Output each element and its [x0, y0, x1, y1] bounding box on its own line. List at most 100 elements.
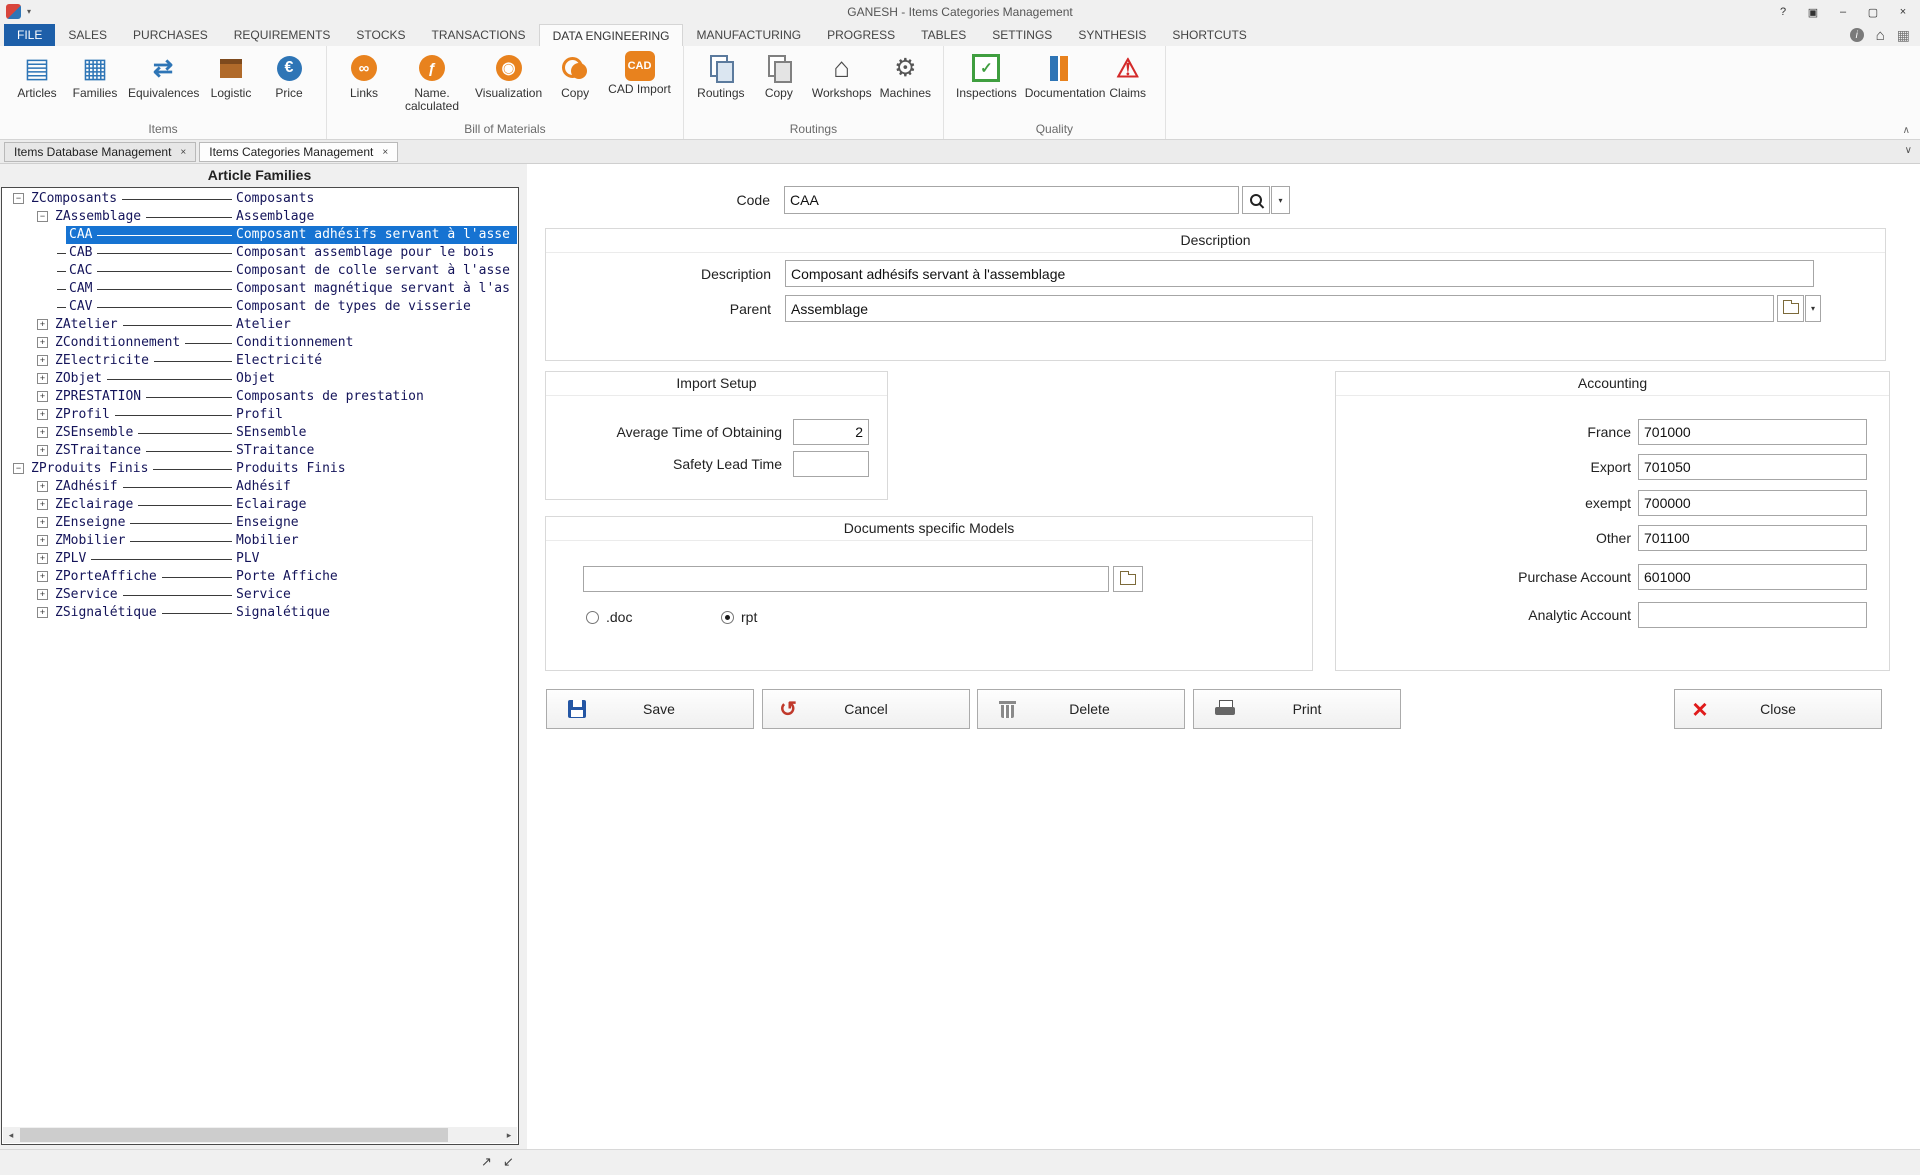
menu-tab-tables[interactable]: TABLES — [908, 24, 979, 46]
window-close-button[interactable]: × — [1888, 0, 1918, 24]
ribbon-button-articles[interactable]: Articles — [8, 50, 66, 101]
ribbon-button-documentation[interactable]: Documentation — [1021, 50, 1099, 101]
accounting-input-other[interactable] — [1638, 525, 1867, 551]
expand-panel-icon[interactable]: ↗ — [481, 1154, 492, 1170]
scroll-right-icon[interactable]: ▸ — [501, 1127, 517, 1143]
tree-item-zcomposants[interactable]: −ZComposantsComposants — [3, 190, 517, 208]
doc-tab-items-database-management[interactable]: Items Database Management× — [4, 142, 196, 162]
tree-item-zprestation[interactable]: +ZPRESTATIONComposants de prestation — [3, 388, 517, 406]
expand-node-icon[interactable]: + — [37, 589, 48, 600]
menu-tab-shortcuts[interactable]: SHORTCUTS — [1159, 24, 1259, 46]
parent-input[interactable] — [785, 295, 1774, 322]
ribbon-button-visualization[interactable]: Visualization — [471, 50, 546, 101]
expand-node-icon[interactable]: + — [37, 499, 48, 510]
expand-node-icon[interactable]: + — [37, 319, 48, 330]
menu-tab-data-engineering[interactable]: DATA ENGINEERING — [539, 24, 684, 46]
grid-icon[interactable]: ▦ — [1897, 28, 1910, 42]
tree-item-zporteaffiche[interactable]: +ZPorteAffichePorte Affiche — [3, 568, 517, 586]
tree-item-cav[interactable]: CAVComposant de types de visserie — [3, 298, 517, 316]
ribbon-button-copy[interactable]: Copy — [750, 50, 808, 101]
ribbon-button-machines[interactable]: Machines — [876, 50, 935, 101]
expand-node-icon[interactable]: + — [37, 355, 48, 366]
expand-node-icon[interactable]: + — [37, 337, 48, 348]
ribbon-button-name-calculated[interactable]: Name. calculated — [393, 50, 471, 114]
tree-item-cam[interactable]: CAMComposant magnétique servant à l'as — [3, 280, 517, 298]
parent-browse-button[interactable] — [1777, 295, 1804, 322]
tree-item-zconditionnement[interactable]: +ZConditionnementConditionnement — [3, 334, 517, 352]
tree-item-caa[interactable]: CAAComposant adhésifs servant à l'asse — [3, 226, 517, 244]
tree-item-zeclairage[interactable]: +ZEclairageEclairage — [3, 496, 517, 514]
tree-item-zservice[interactable]: +ZServiceService — [3, 586, 517, 604]
search-button[interactable] — [1242, 186, 1270, 214]
window-help-button[interactable]: ? — [1768, 0, 1798, 24]
tree-item-zsensemble[interactable]: +ZSEnsembleSEnsemble — [3, 424, 517, 442]
expand-node-icon[interactable]: + — [37, 607, 48, 618]
home-icon[interactable]: ⌂ — [1876, 28, 1885, 43]
expand-node-icon[interactable]: + — [37, 427, 48, 438]
tree-item-cab[interactable]: CABComposant assemblage pour le bois — [3, 244, 517, 262]
tree-item-cac[interactable]: CACComposant de colle servant à l'asse — [3, 262, 517, 280]
collapse-node-icon[interactable]: − — [13, 193, 24, 204]
tree-item-zenseigne[interactable]: +ZEnseigneEnseigne — [3, 514, 517, 532]
tree-item-zadh-sif[interactable]: +ZAdhésifAdhésif — [3, 478, 517, 496]
menu-tab-transactions[interactable]: TRANSACTIONS — [419, 24, 539, 46]
menu-tab-settings[interactable]: SETTINGS — [979, 24, 1065, 46]
expand-node-icon[interactable]: + — [37, 571, 48, 582]
accounting-input-purchase-account[interactable] — [1638, 564, 1867, 590]
tree-item-zprofil[interactable]: +ZProfilProfil — [3, 406, 517, 424]
menu-tab-stocks[interactable]: STOCKS — [343, 24, 418, 46]
scrollbar-thumb[interactable] — [20, 1128, 448, 1142]
radio-doc[interactable]: .doc — [586, 609, 632, 625]
window-maximize-button[interactable]: ▢ — [1858, 0, 1888, 24]
menu-tab-purchases[interactable]: PURCHASES — [120, 24, 221, 46]
info-icon[interactable] — [1850, 28, 1864, 42]
model-path-input[interactable] — [583, 566, 1109, 592]
accounting-input-france[interactable] — [1638, 419, 1867, 445]
close-button[interactable]: Close — [1674, 689, 1882, 729]
expand-node-icon[interactable]: + — [37, 409, 48, 420]
tree-item-zelectricite[interactable]: +ZElectriciteElectricité — [3, 352, 517, 370]
menu-tab-progress[interactable]: PROGRESS — [814, 24, 908, 46]
expand-node-icon[interactable]: + — [37, 391, 48, 402]
ribbon-button-equivalences[interactable]: Equivalences — [124, 50, 202, 101]
menu-tab-file[interactable]: FILE — [4, 24, 55, 46]
accounting-input-exempt[interactable] — [1638, 490, 1867, 516]
ribbon-button-inspections[interactable]: Inspections — [952, 50, 1021, 101]
close-tab-icon[interactable]: × — [382, 147, 388, 158]
ribbon-button-copy[interactable]: Copy — [546, 50, 604, 101]
tree-item-zassemblage[interactable]: −ZAssemblageAssemblage — [3, 208, 517, 226]
close-tab-icon[interactable]: × — [180, 147, 186, 158]
expand-node-icon[interactable]: + — [37, 517, 48, 528]
doc-tab-items-categories-management[interactable]: Items Categories Management× — [199, 142, 398, 162]
code-input[interactable] — [784, 186, 1239, 214]
ribbon-button-links[interactable]: Links — [335, 50, 393, 101]
doc-tabs-dropdown-icon[interactable]: ∨ — [1905, 145, 1912, 156]
menu-tab-synthesis[interactable]: SYNTHESIS — [1065, 24, 1159, 46]
tree-item-zplv[interactable]: +ZPLVPLV — [3, 550, 517, 568]
menu-tab-sales[interactable]: SALES — [55, 24, 120, 46]
ribbon-button-workshops[interactable]: Workshops — [808, 50, 876, 101]
print-button[interactable]: Print — [1193, 689, 1401, 729]
description-input[interactable] — [785, 260, 1814, 287]
menu-tab-manufacturing[interactable]: MANUFACTURING — [683, 24, 814, 46]
delete-button[interactable]: Delete — [977, 689, 1185, 729]
collapse-node-icon[interactable]: − — [37, 211, 48, 222]
tree-item-zsignal-tique[interactable]: +ZSignalétiqueSignalétique — [3, 604, 517, 622]
window-minimize-button[interactable]: – — [1828, 0, 1858, 24]
expand-node-icon[interactable]: + — [37, 445, 48, 456]
expand-node-icon[interactable]: + — [37, 481, 48, 492]
ribbon-button-price[interactable]: Price — [260, 50, 318, 101]
accounting-input-export[interactable] — [1638, 454, 1867, 480]
window-panel-button[interactable]: ▣ — [1798, 0, 1828, 24]
ribbon-button-logistic[interactable]: Logistic — [202, 50, 260, 101]
cancel-button[interactable]: Cancel — [762, 689, 970, 729]
tree-item-zatelier[interactable]: +ZAtelierAtelier — [3, 316, 517, 334]
accounting-input-analytic-account[interactable] — [1638, 602, 1867, 628]
average-time-input[interactable] — [793, 419, 869, 445]
model-browse-button[interactable] — [1113, 566, 1143, 592]
safety-lead-time-input[interactable] — [793, 451, 869, 477]
ribbon-button-families[interactable]: Families — [66, 50, 124, 101]
ribbon-button-cad-import[interactable]: CADCAD Import — [604, 50, 675, 97]
tree-item-zobjet[interactable]: +ZObjetObjet — [3, 370, 517, 388]
parent-dropdown-button[interactable]: ▾ — [1805, 295, 1821, 322]
